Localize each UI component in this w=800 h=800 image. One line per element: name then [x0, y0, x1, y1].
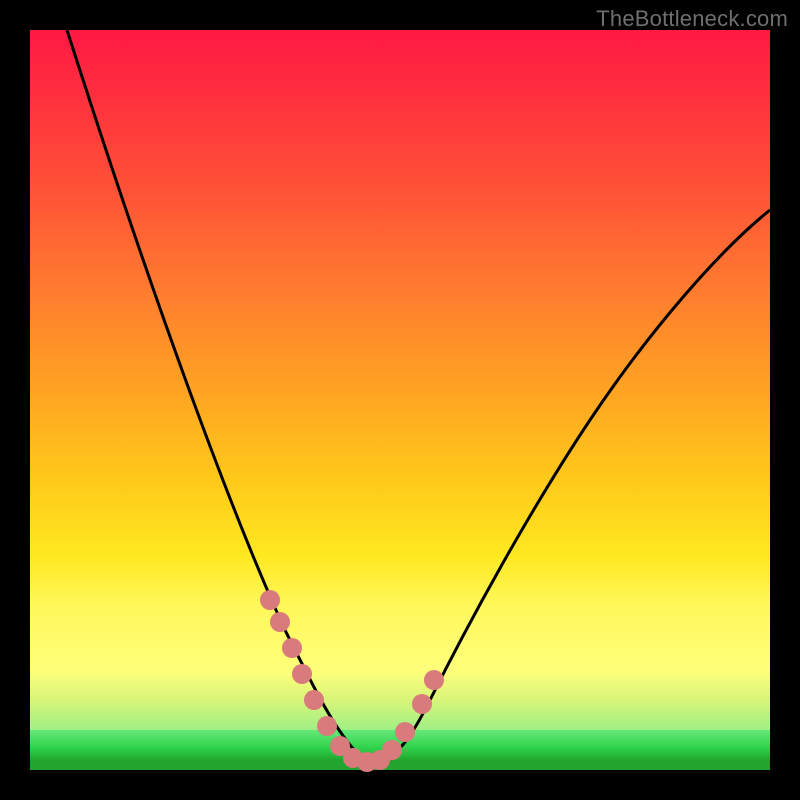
chart-stage: TheBottleneck.com [0, 0, 800, 800]
curve-layer [30, 30, 770, 770]
watermark-text: TheBottleneck.com [596, 6, 788, 32]
curve-markers [260, 590, 444, 772]
bottleneck-curve [67, 30, 770, 761]
